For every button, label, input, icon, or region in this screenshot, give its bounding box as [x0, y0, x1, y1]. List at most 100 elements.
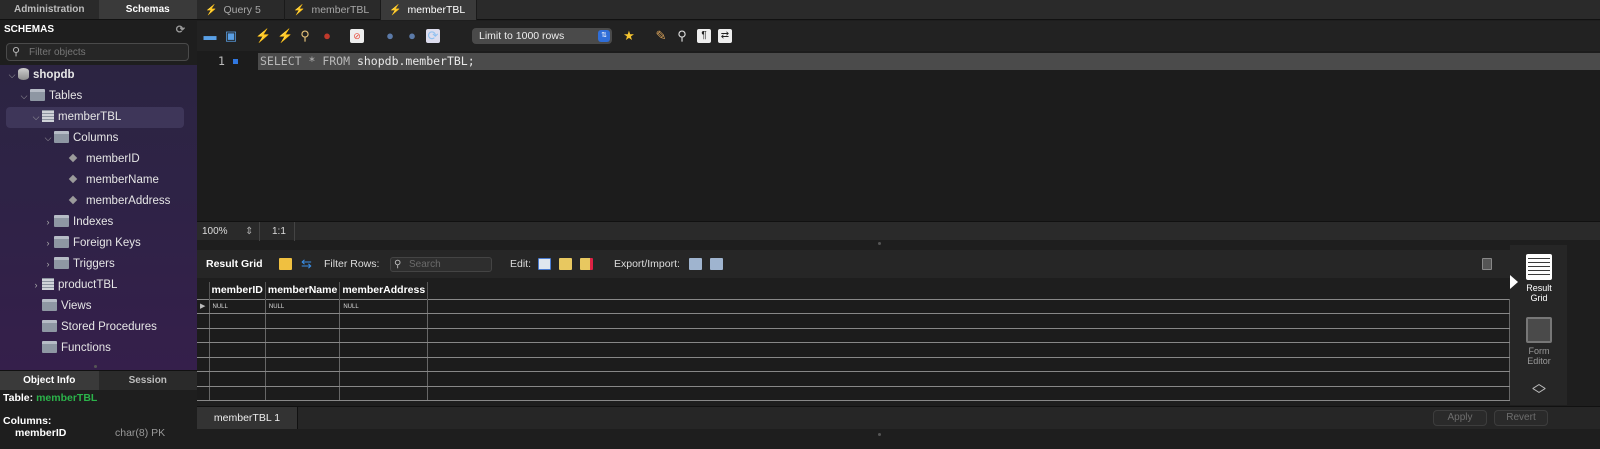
stop-icon[interactable]: ●: [320, 29, 334, 43]
tree-label: memberTBL: [58, 111, 122, 123]
tab-schemas[interactable]: Schemas: [98, 0, 197, 19]
rollback-icon[interactable]: ●: [405, 29, 419, 43]
splitter-handle[interactable]: [878, 433, 881, 436]
chevron-right-icon[interactable]: ›: [42, 212, 54, 233]
folder-icon: [54, 131, 69, 143]
table-row[interactable]: [197, 357, 1510, 372]
chevron-right-icon[interactable]: ›: [42, 254, 54, 275]
table-row[interactable]: [197, 371, 1510, 387]
table-row[interactable]: ▶ NULL NULL NULL: [197, 298, 1510, 314]
tree-item-functions[interactable]: Functions: [30, 338, 111, 359]
table-cell[interactable]: NULL: [265, 298, 341, 314]
tree-item-indexes[interactable]: › Indexes: [42, 212, 113, 233]
tree-item-stored-procedures[interactable]: Stored Procedures: [30, 317, 157, 338]
result-tab[interactable]: memberTBL 1: [197, 407, 298, 429]
tree-item-foreign-keys[interactable]: › Foreign Keys: [42, 233, 141, 254]
toggle-error-icon[interactable]: ⊘: [350, 29, 364, 43]
tab-administration[interactable]: Administration: [0, 0, 99, 19]
table-row[interactable]: [197, 328, 1510, 343]
sidebar-splitter-handle[interactable]: [94, 365, 97, 368]
tree-item-column[interactable]: memberName: [68, 170, 159, 191]
chevron-down-icon[interactable]: ⌵: [42, 128, 54, 149]
tree-item-column[interactable]: memberAddress: [68, 191, 170, 212]
toggle-panel-icon[interactable]: [1482, 258, 1492, 270]
insert-row-icon[interactable]: [559, 258, 572, 270]
grid-layout-icon[interactable]: [279, 258, 292, 270]
sql-editor[interactable]: [197, 51, 1600, 221]
column-header[interactable]: memberAddress: [339, 282, 429, 299]
table-cell[interactable]: NULL: [209, 298, 266, 314]
sql-keyword: FROM: [322, 54, 351, 68]
scroll-views-icon[interactable]: ︿ ﹀: [1520, 376, 1558, 402]
refresh-schemas-icon[interactable]: ⟳: [176, 20, 185, 40]
limit-rows-select[interactable]: Limit to 1000 rows ⇅: [472, 28, 612, 44]
folder-icon: [42, 341, 57, 353]
result-grid-view-button[interactable]: Result Grid: [1520, 254, 1558, 303]
filter-rows-label: Filter Rows:: [324, 258, 380, 270]
form-editor-view-button[interactable]: Form Editor: [1520, 317, 1558, 366]
zoom-level[interactable]: 100%: [202, 222, 228, 241]
bolt-icon: ⚡: [389, 5, 402, 16]
chevron-right-icon[interactable]: ›: [42, 233, 54, 254]
execute-current-icon[interactable]: ⚡: [277, 29, 293, 43]
tree-item-triggers[interactable]: › Triggers: [42, 254, 115, 275]
tree-item-tables[interactable]: ⌵ Tables: [18, 86, 82, 107]
commit-icon[interactable]: ●: [383, 29, 397, 43]
table-cell[interactable]: NULL: [339, 298, 429, 314]
invisible-chars-icon[interactable]: ¶: [697, 29, 711, 43]
tab-label: memberTBL: [311, 4, 370, 16]
sql-text[interactable]: SELECT * FROM shopdb.memberTBL;: [260, 54, 475, 68]
zoom-stepper-icon[interactable]: ⇕: [245, 222, 253, 241]
selected-view-arrow-icon: [1510, 275, 1518, 289]
chevron-down-icon[interactable]: ⌵: [6, 65, 18, 86]
result-grid-toolbar: Result Grid ⇆ Filter Rows: ⚲ Edit: Expor…: [197, 250, 1510, 278]
tree-item-views[interactable]: Views: [30, 296, 91, 317]
editor-tab-bar: ⚡ Query 5 ⚡ memberTBL ⚡ memberTBL: [197, 0, 1600, 20]
edit-row-icon[interactable]: [538, 258, 551, 270]
schema-tree: ⌵ shopdb ⌵ Tables ⌵ memberTBL ⌵ Columns memb…: [0, 65, 197, 370]
beautify-icon[interactable]: ✎: [654, 29, 668, 43]
column-icon: [68, 174, 78, 184]
editor-tab-query-5[interactable]: ⚡ Query 5: [197, 0, 285, 20]
search-icon: ⚲: [394, 259, 402, 270]
save-icon[interactable]: ▣: [224, 29, 238, 43]
tree-item-column[interactable]: memberID: [68, 149, 140, 170]
tree-item-columns[interactable]: ⌵ Columns: [42, 128, 118, 149]
export-icon[interactable]: [689, 258, 702, 270]
find-icon[interactable]: ⚲: [675, 29, 689, 43]
bookmark-star-icon[interactable]: ★: [622, 29, 636, 43]
apply-button[interactable]: Apply: [1433, 410, 1487, 426]
table-row[interactable]: [197, 342, 1510, 358]
current-row-arrow-icon: ▶: [197, 298, 210, 314]
chevron-down-icon[interactable]: ⌵: [30, 107, 42, 128]
chevron-right-icon[interactable]: ›: [30, 275, 42, 296]
tree-label: Tables: [49, 90, 83, 102]
table-row[interactable]: [197, 313, 1510, 329]
explain-icon[interactable]: ⚲: [298, 29, 312, 43]
delete-row-icon[interactable]: [580, 258, 593, 270]
import-icon[interactable]: [710, 258, 723, 270]
tree-item-membertbl[interactable]: ⌵ memberTBL: [6, 107, 184, 128]
autocommit-icon[interactable]: ⟳: [426, 29, 440, 43]
execute-icon[interactable]: ⚡: [255, 29, 271, 43]
tree-item-shopdb[interactable]: ⌵ shopdb: [6, 65, 75, 86]
tab-object-info[interactable]: Object Info: [0, 371, 99, 390]
grid-search-input[interactable]: [409, 258, 489, 271]
column-header[interactable]: memberName: [265, 282, 341, 299]
folder-icon: [42, 299, 57, 311]
table-row[interactable]: [197, 386, 1510, 401]
open-file-icon[interactable]: ▬: [203, 29, 217, 43]
editor-tab-membertbl[interactable]: ⚡ memberTBL: [285, 0, 381, 20]
column-header[interactable]: memberID: [209, 282, 266, 299]
splitter-handle[interactable]: [878, 242, 881, 245]
tree-item-producttbl[interactable]: › productTBL: [30, 275, 117, 296]
tab-session[interactable]: Session: [99, 371, 198, 390]
editor-tab-membertbl-active[interactable]: ⚡ memberTBL: [381, 0, 477, 20]
chevron-down-icon[interactable]: ⌵: [18, 86, 30, 107]
filter-objects-input[interactable]: [29, 45, 179, 59]
column-info-type: char(8) PK: [115, 427, 166, 439]
info-tab-bar: Object Info Session: [0, 370, 197, 390]
revert-button[interactable]: Revert: [1494, 410, 1548, 426]
word-wrap-icon[interactable]: ⇄: [718, 29, 732, 43]
refresh-icon[interactable]: ⇆: [301, 250, 312, 278]
